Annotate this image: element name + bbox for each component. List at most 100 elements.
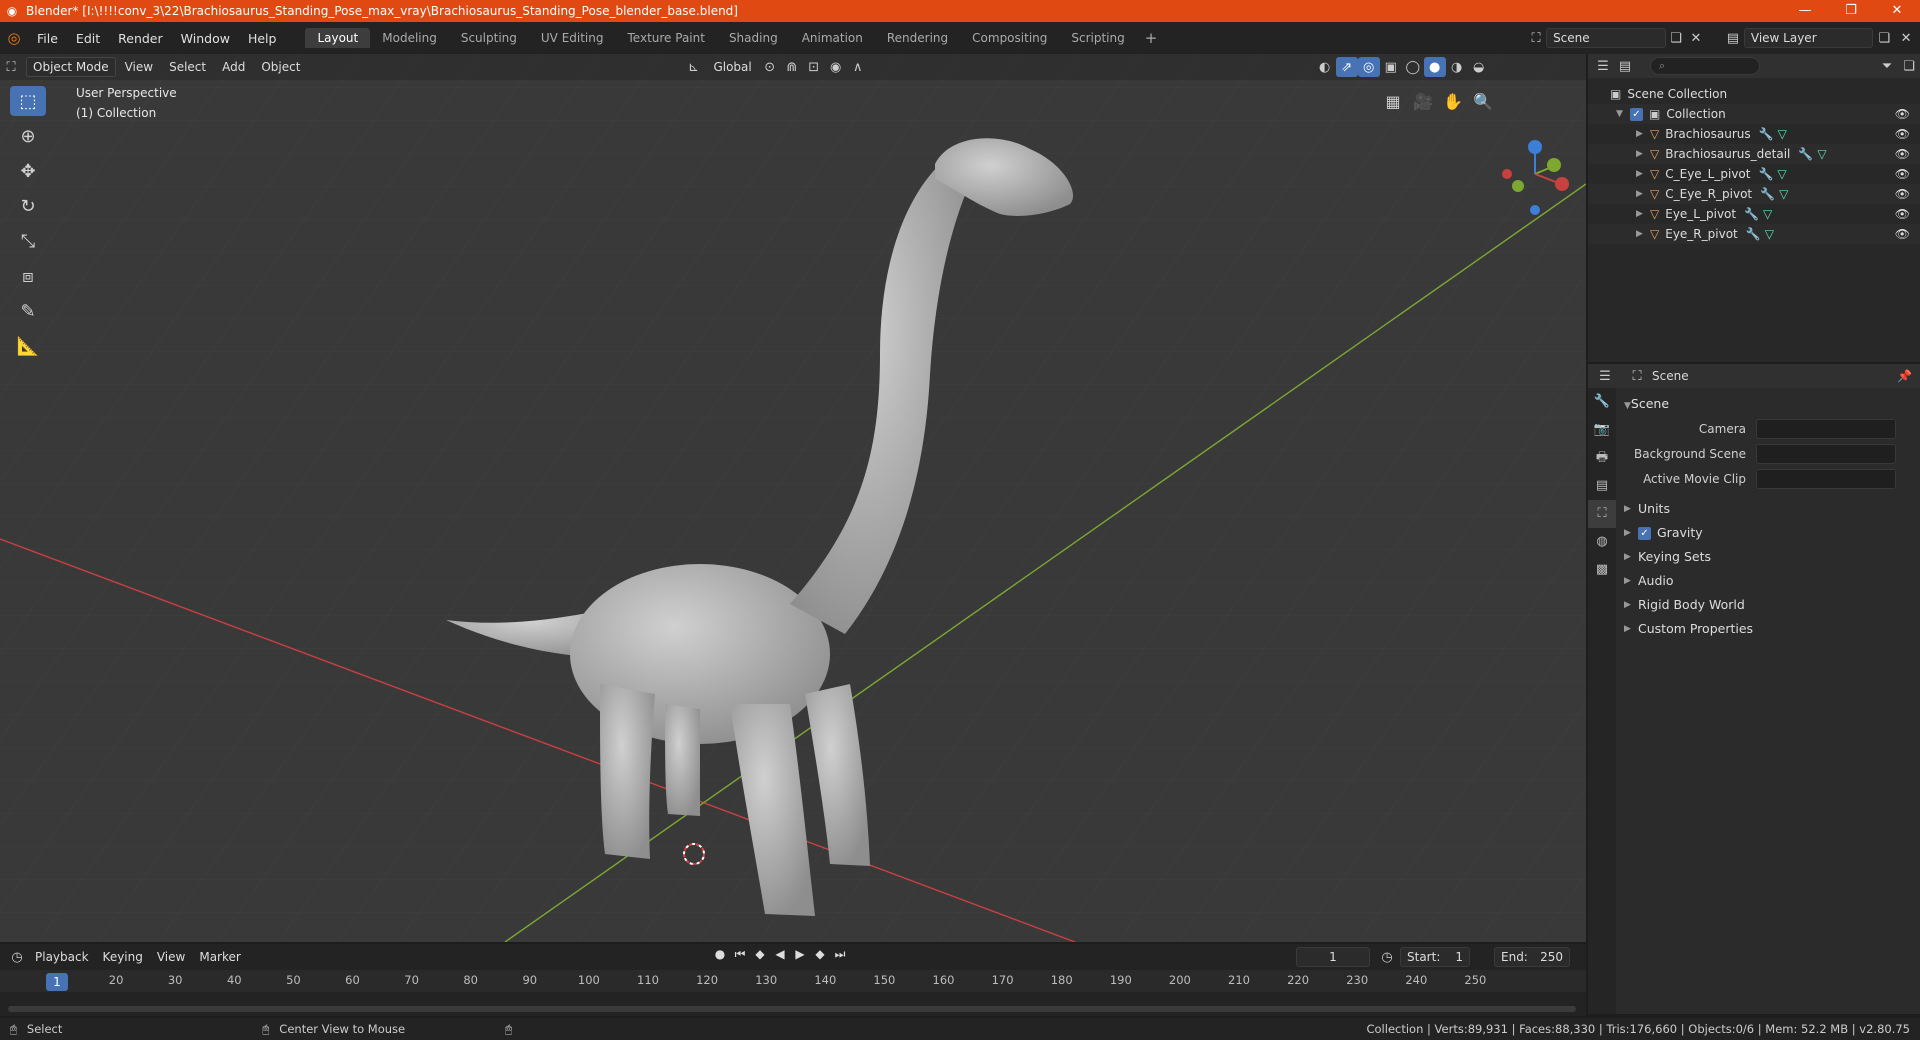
render-tab-icon[interactable]: 📷 (1588, 416, 1616, 444)
menu-window[interactable]: Window (172, 31, 239, 46)
audio-panel[interactable]: ▶ Audio (1620, 569, 1916, 593)
world-tab-icon[interactable]: ◍ (1588, 528, 1616, 556)
modifier-icon[interactable]: 🔧 (1758, 167, 1773, 181)
keying-sets-panel[interactable]: ▶ Keying Sets (1620, 545, 1916, 569)
eye-icon[interactable]: 👁 (1895, 167, 1910, 181)
menu-help[interactable]: Help (239, 31, 286, 46)
modifier-icon[interactable]: 🔧 (1798, 147, 1813, 161)
pin-icon[interactable]: 📌 (1897, 369, 1912, 383)
mesh-data-icon[interactable]: ▽ (1763, 207, 1772, 221)
tab-scripting[interactable]: Scripting (1059, 28, 1136, 48)
3d-viewport[interactable]: ⛶ Object Mode View Select Add Object ⊾ G… (0, 54, 1586, 942)
current-frame-marker[interactable]: 1 (46, 973, 68, 991)
xray-toggle-icon[interactable]: ▣ (1380, 57, 1402, 77)
scene-tab-icon[interactable]: ⛶ (1588, 500, 1616, 528)
annotate-tool-icon[interactable]: ✎ (10, 296, 46, 326)
modifier-icon[interactable]: 🔧 (1746, 227, 1761, 241)
minimize-button[interactable]: — (1782, 0, 1828, 22)
menu-edit[interactable]: Edit (67, 31, 109, 46)
tab-shading[interactable]: Shading (717, 28, 790, 48)
tab-compositing[interactable]: Compositing (960, 28, 1059, 48)
falloff-icon[interactable]: ∧ (847, 57, 869, 77)
view-layer-icon[interactable]: ▤ (1722, 28, 1744, 48)
start-frame-field[interactable]: Start: 1 (1400, 947, 1470, 967)
viewport-menu-view[interactable]: View (118, 58, 160, 76)
gizmo-toggle-icon[interactable]: ⇗ (1335, 57, 1358, 77)
properties-editor-icon[interactable]: ☰ (1594, 366, 1616, 386)
preview-range-icon[interactable]: ◷ (1376, 947, 1398, 967)
gravity-panel[interactable]: ▶ ✓ Gravity (1620, 521, 1916, 545)
timeline-editor-icon[interactable]: ◷ (6, 947, 28, 967)
view-layer-field[interactable]: View Layer (1743, 28, 1874, 48)
outliner-object[interactable]: ▶ ▽ Eye_L_pivot 🔧 ▽ 👁 (1588, 204, 1920, 224)
solid-shading-icon[interactable]: ● (1423, 57, 1446, 77)
add-workspace-icon[interactable]: + (1137, 29, 1166, 47)
tab-texture-paint[interactable]: Texture Paint (616, 28, 717, 48)
expand-object-icon[interactable]: ▶ (1636, 129, 1650, 139)
snap-target-icon[interactable]: ⊡ (803, 57, 825, 77)
mesh-data-icon[interactable]: ▽ (1777, 167, 1786, 181)
expand-object-icon[interactable]: ▶ (1636, 189, 1650, 199)
expand-object-icon[interactable]: ▶ (1636, 209, 1650, 219)
custom-properties-panel[interactable]: ▶ Custom Properties (1620, 617, 1916, 641)
mesh-data-icon[interactable]: ▽ (1779, 187, 1788, 201)
scene-icon[interactable]: ⛶ (1526, 28, 1546, 48)
menu-render[interactable]: Render (109, 31, 172, 46)
delete-scene-icon[interactable]: ✕ (1686, 28, 1706, 48)
delete-view-layer-icon[interactable]: ✕ (1895, 28, 1917, 48)
new-scene-icon[interactable]: ❏ (1666, 28, 1686, 48)
object-mode-dropdown[interactable]: Object Mode (26, 57, 116, 77)
expand-object-icon[interactable]: ▶ (1636, 229, 1650, 239)
snap-icon[interactable]: ⋒ (781, 57, 803, 77)
select-box-tool-icon[interactable]: ⬚ (10, 86, 46, 116)
viewport-menu-add[interactable]: Add (215, 58, 252, 76)
play-icon[interactable]: ▶ (790, 947, 810, 962)
eye-icon[interactable]: 👁 (1895, 147, 1910, 161)
outliner-search-input[interactable]: ⌕ (1650, 57, 1760, 75)
rotate-tool-icon[interactable]: ↻ (10, 191, 46, 221)
viewport-menu-object[interactable]: Object (254, 58, 307, 76)
play-reverse-icon[interactable]: ◀ (770, 947, 790, 962)
outliner-object[interactable]: ▶ ▽ Brachiosaurus 🔧 ▽ 👁 (1588, 124, 1920, 144)
timeline-scrollbar[interactable] (8, 1006, 1576, 1012)
filter-icon[interactable]: ⏷ (1876, 56, 1898, 76)
prev-keyframe-icon[interactable]: ◆ (750, 947, 770, 962)
end-frame-field[interactable]: End: 250 (1494, 947, 1570, 967)
tool-tab-icon[interactable]: 🔧 (1588, 388, 1616, 416)
modifier-icon[interactable]: 🔧 (1759, 127, 1774, 141)
tab-layout[interactable]: Layout (305, 28, 371, 48)
pan-hand-icon[interactable]: ✋ (1438, 86, 1468, 116)
outliner-object[interactable]: ▶ ▽ C_Eye_L_pivot 🔧 ▽ 👁 (1588, 164, 1920, 184)
eye-icon[interactable]: 👁 (1895, 227, 1910, 241)
outliner-object[interactable]: ▶ ▽ C_Eye_R_pivot 🔧 ▽ 👁 (1588, 184, 1920, 204)
cursor-tool-icon[interactable]: ⊕ (10, 121, 46, 151)
jump-end-icon[interactable]: ⏭ (830, 947, 850, 962)
tab-uv-editing[interactable]: UV Editing (529, 28, 616, 48)
expand-object-icon[interactable]: ▶ (1636, 149, 1650, 159)
next-keyframe-icon[interactable]: ◆ (810, 947, 830, 962)
active-movie-clip-field[interactable] (1756, 468, 1896, 489)
expand-collection-icon[interactable]: ▼ (1616, 109, 1630, 119)
menu-file[interactable]: File (28, 31, 67, 46)
tab-animation[interactable]: Animation (790, 28, 875, 48)
outliner-editor-icon[interactable]: ☰ (1592, 56, 1614, 76)
timeline-menu-view[interactable]: View (150, 950, 192, 964)
close-button[interactable]: ✕ (1874, 0, 1920, 22)
mesh-data-icon[interactable]: ▽ (1817, 147, 1826, 161)
current-frame-field[interactable]: 1 (1296, 947, 1370, 967)
visibility-icon[interactable]: ◐ (1314, 57, 1336, 77)
modifier-icon[interactable]: 🔧 (1760, 187, 1775, 201)
eye-icon[interactable]: 👁 (1895, 127, 1910, 141)
scene-name-field[interactable]: Scene (1546, 28, 1666, 48)
collection-exclude-checkbox[interactable]: ✓ (1630, 107, 1643, 121)
tab-sculpting[interactable]: Sculpting (449, 28, 529, 48)
new-view-layer-icon[interactable]: ❏ (1873, 28, 1895, 48)
timeline-menu-marker[interactable]: Marker (192, 950, 247, 964)
outliner-object[interactable]: ▶ ▽ Eye_R_pivot 🔧 ▽ 👁 (1588, 224, 1920, 244)
rigid-body-world-panel[interactable]: ▶ Rigid Body World (1620, 593, 1916, 617)
overlay-toggle-icon[interactable]: ◎ (1357, 57, 1380, 77)
gravity-checkbox[interactable]: ✓ (1638, 526, 1651, 540)
timeline-ruler[interactable]: 1020304050607080901001101201301401501601… (0, 970, 1586, 992)
timeline-menu-keying[interactable]: Keying (96, 950, 150, 964)
wireframe-shading-icon[interactable]: ◯ (1402, 57, 1424, 77)
